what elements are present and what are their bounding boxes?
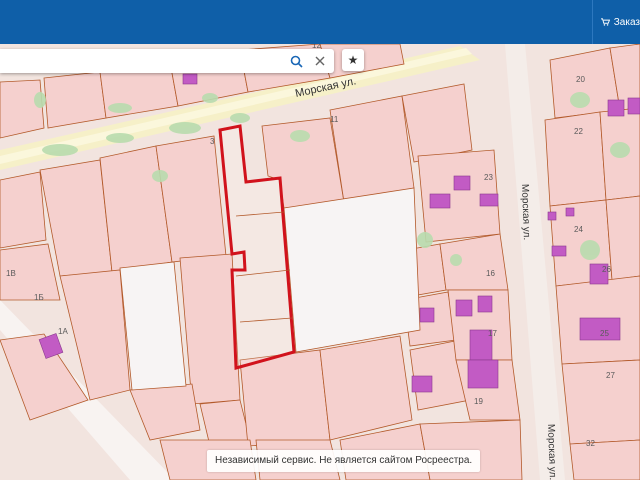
house-number: 1А [58,327,68,336]
house-number: 32 [586,439,595,448]
house-number: 23 [484,173,493,182]
empty-parcel-2 [119,261,187,391]
house-number: 1Б [34,293,44,302]
house-number: 17 [488,329,497,338]
order-button[interactable]: Заказ [592,0,640,44]
disclaimer-notice: Независимый сервис. Не является сайтом Р… [207,450,481,472]
search-bar [0,49,334,73]
cadastral-map[interactable]: Морская ул. Морская ул. Морская ул. 12 1… [0,44,640,480]
house-number: 20 [576,75,585,84]
house-number: 1В [6,269,16,278]
search-icon [290,55,303,68]
empty-parcel [283,187,421,353]
street-label-right: Морская ул. [519,184,532,241]
search-input[interactable] [0,49,286,73]
star-icon: ★ [347,53,359,67]
favorites-button[interactable]: ★ [342,49,364,71]
order-label: Заказ [613,16,640,28]
top-bar: Заказ [0,0,640,44]
house-number: 22 [574,127,583,136]
street-label-bottom: Морская ул. [545,424,558,480]
house-number: 3 [210,137,215,146]
cart-icon [601,18,610,26]
search-button[interactable] [287,52,305,70]
house-number: 24 [574,225,583,234]
close-icon [315,56,325,66]
house-number: 11 [330,115,339,124]
clear-button[interactable] [311,52,329,70]
house-number: 25 [600,329,609,338]
house-number: 19 [474,397,483,406]
house-number: 27 [606,371,615,380]
house-number: 16 [486,269,495,278]
house-number: 26 [602,265,611,274]
